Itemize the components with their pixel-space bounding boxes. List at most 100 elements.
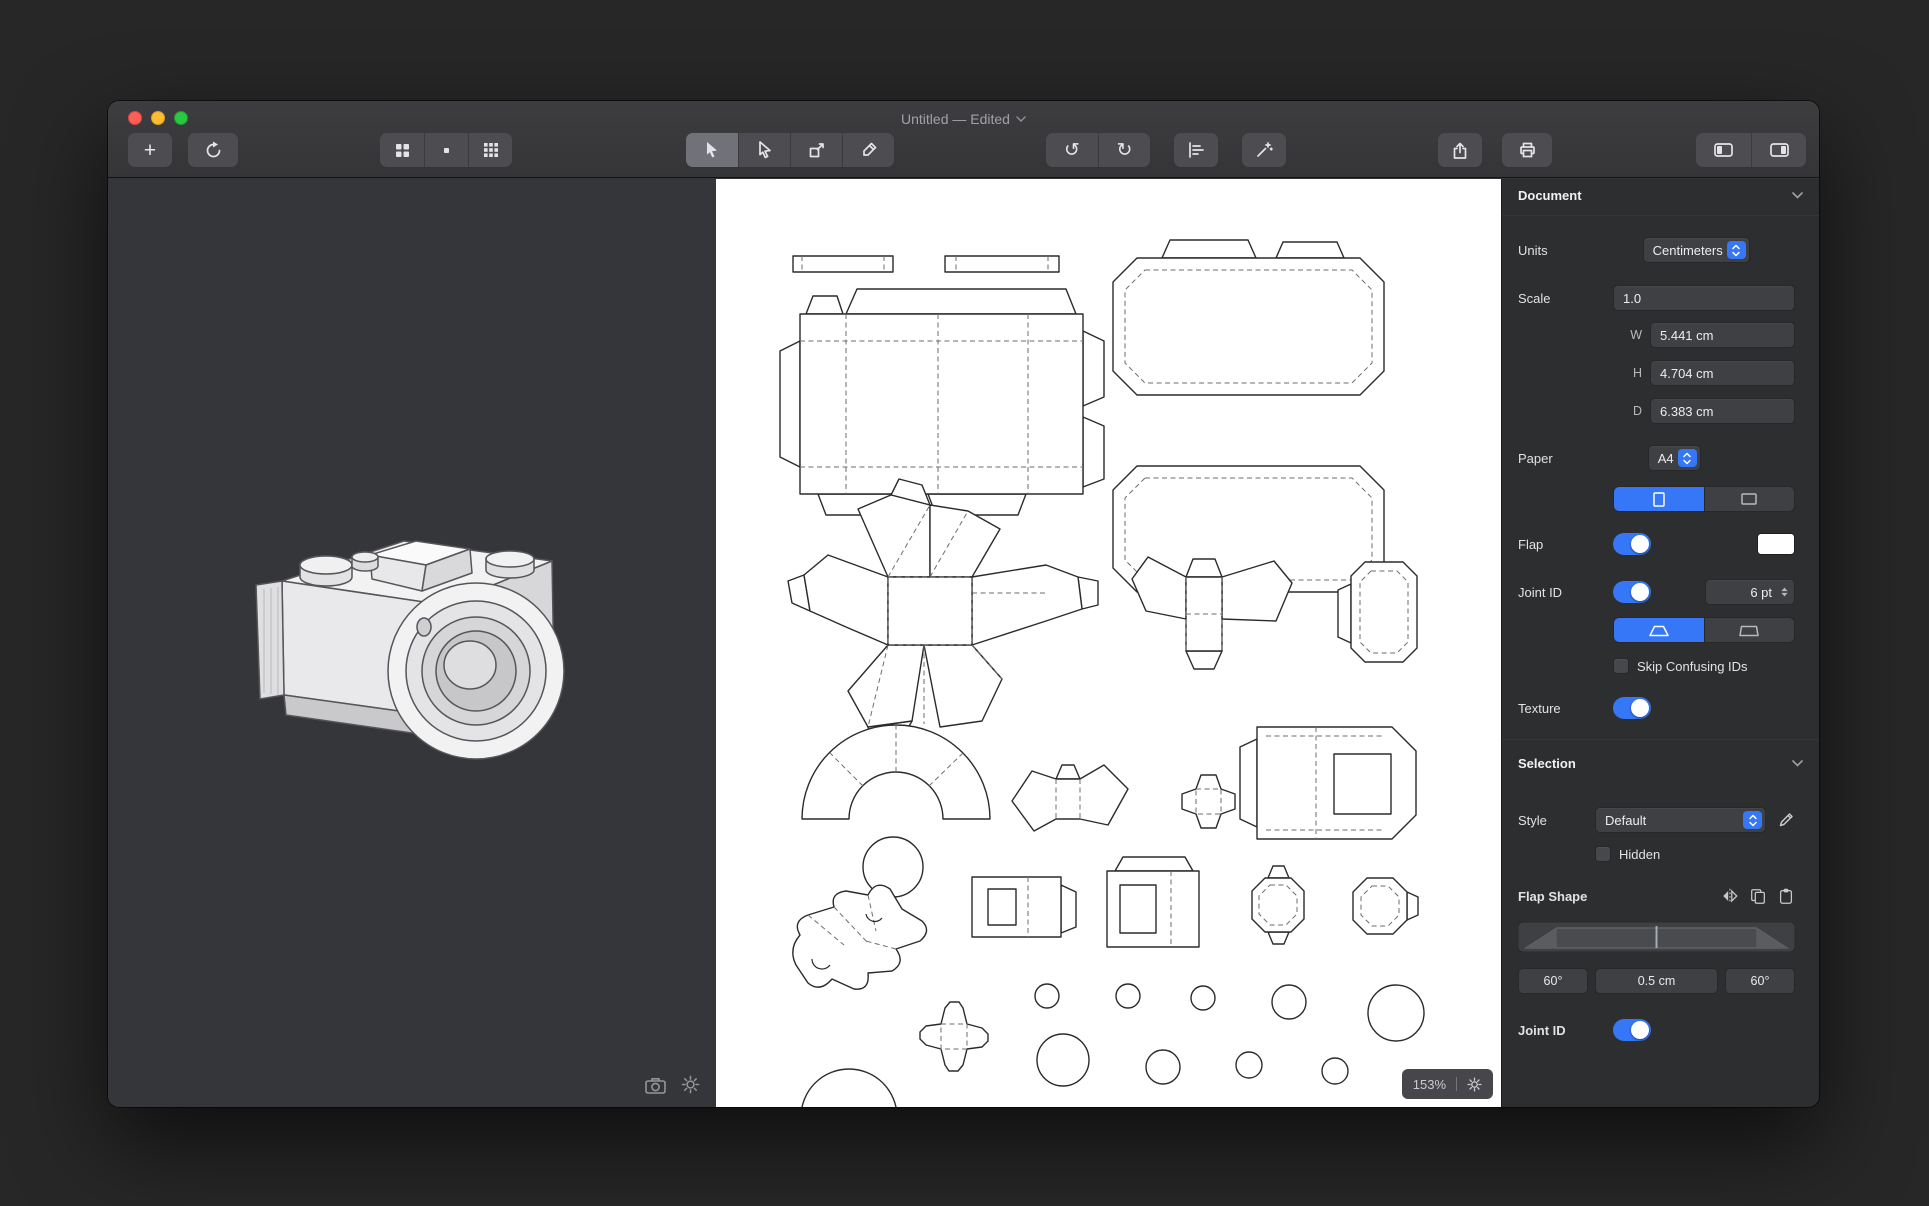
zoom-level: 153%: [1413, 1077, 1446, 1092]
hidden-label: Hidden: [1619, 847, 1660, 862]
share-icon: [1451, 141, 1469, 160]
rotate-right-icon: ↻: [1117, 141, 1133, 160]
width-row: W: [1518, 322, 1795, 348]
chevron-down-icon: [1016, 116, 1026, 122]
rotate-left-icon: ↺: [1064, 141, 1080, 160]
landscape-page-icon: [1741, 493, 1757, 505]
flap-trapezoid-icon: [1648, 623, 1670, 638]
camera-snapshot-icon[interactable]: [645, 1076, 666, 1094]
gear-icon[interactable]: [1467, 1077, 1482, 1092]
direct-select-tool-button[interactable]: [738, 133, 790, 167]
cursor-outline-icon: [756, 141, 774, 159]
flap-shape-row: Flap Shape: [1518, 883, 1795, 909]
dropdown-stepper-icon: [1678, 449, 1697, 467]
scale-label: Scale: [1518, 291, 1551, 306]
flap-label: Flap: [1518, 537, 1543, 552]
width-label: W: [1606, 328, 1642, 342]
flap-width-field[interactable]: 0.5 cm: [1595, 968, 1718, 994]
style-dropdown[interactable]: Default: [1595, 807, 1766, 833]
transform-tool-button[interactable]: [790, 133, 842, 167]
add-object-button[interactable]: +: [128, 133, 172, 167]
rotate-right-button[interactable]: ↻: [1098, 133, 1150, 167]
stepper-arrows-icon: [1780, 586, 1789, 598]
orientation-row: [1518, 486, 1795, 512]
layout-canvas[interactable]: 153%: [716, 179, 1501, 1107]
flap-shape-editor[interactable]: [1518, 922, 1795, 952]
units-dropdown[interactable]: Centimeters: [1643, 237, 1750, 263]
flap-right-angle-field[interactable]: 60°: [1725, 968, 1795, 994]
select-tool-button[interactable]: [686, 133, 738, 167]
flap-right-angle-value: 60°: [1751, 974, 1770, 988]
joint-id-row: Joint ID 6 pt: [1518, 579, 1795, 605]
viewport-corner-controls: [645, 1075, 700, 1094]
paste-icon[interactable]: [1777, 887, 1795, 905]
rotate-left-button[interactable]: ↺: [1046, 133, 1098, 167]
flap-style-trapezoid-option[interactable]: [1614, 618, 1704, 642]
units-value: Centimeters: [1653, 243, 1723, 258]
selection-joint-id-toggle[interactable]: [1613, 1019, 1651, 1041]
joint-id-size-stepper[interactable]: 6 pt: [1705, 579, 1795, 605]
style-row: Style Default: [1518, 807, 1795, 833]
skip-confusing-ids-checkbox[interactable]: [1613, 658, 1629, 674]
orientation-segmented-control: [1613, 486, 1795, 512]
flip-horizontal-icon[interactable]: [1721, 887, 1739, 905]
window-title[interactable]: Untitled — Edited: [108, 109, 1819, 129]
add-icon: +: [144, 140, 156, 161]
flap-shape-tools: [1721, 887, 1795, 905]
cursor-icon: [703, 141, 721, 159]
gear-icon[interactable]: [681, 1075, 700, 1094]
scale-input[interactable]: [1613, 285, 1795, 311]
skip-confusing-ids-row: Skip Confusing IDs: [1518, 653, 1795, 679]
toggle-right-panel-button[interactable]: [1751, 133, 1806, 167]
width-input[interactable]: [1650, 322, 1795, 348]
grid-3x3-icon: [484, 143, 498, 157]
flap-color-swatch[interactable]: [1757, 533, 1795, 555]
flap-toggle[interactable]: [1613, 533, 1651, 555]
height-input[interactable]: [1650, 360, 1795, 386]
printer-icon: [1518, 141, 1537, 159]
document-section-header[interactable]: Document: [1518, 182, 1803, 208]
toggle-left-panel-button[interactable]: [1696, 133, 1751, 167]
flap-width-value: 0.5 cm: [1638, 974, 1676, 988]
flap-row: Flap: [1518, 531, 1795, 557]
copy-icon[interactable]: [1749, 887, 1767, 905]
inspector-sidebar: Document Units Centimeters Scale: [1501, 179, 1819, 1107]
camera-3d-model[interactable]: [218, 465, 618, 805]
align-left-icon: [1187, 141, 1205, 159]
paper-label: Paper: [1518, 451, 1553, 466]
flap-left-angle-field[interactable]: 60°: [1518, 968, 1588, 994]
print-button[interactable]: [1502, 133, 1552, 167]
selection-section-header[interactable]: Selection: [1518, 750, 1803, 776]
edit-style-pencil-icon[interactable]: [1777, 811, 1795, 829]
grid-2x2-icon: [395, 143, 410, 158]
hidden-checkbox[interactable]: [1595, 846, 1611, 862]
panel-left-icon: [1714, 143, 1733, 157]
selection-joint-id-label: Joint ID: [1518, 1023, 1566, 1038]
landscape-option[interactable]: [1704, 487, 1795, 511]
window-title-text: Untitled — Edited: [901, 111, 1010, 127]
style-value: Default: [1605, 813, 1646, 828]
zoom-indicator[interactable]: 153%: [1402, 1069, 1493, 1099]
view-single-button[interactable]: [424, 133, 468, 167]
depth-input[interactable]: [1650, 398, 1795, 424]
view-grid-button[interactable]: [380, 133, 424, 167]
eraser-tool-button[interactable]: [842, 133, 894, 167]
skip-confusing-ids-label: Skip Confusing IDs: [1637, 659, 1748, 674]
portrait-option[interactable]: [1614, 487, 1704, 511]
share-button[interactable]: [1438, 133, 1482, 167]
titlebar[interactable]: Untitled — Edited +: [108, 101, 1819, 178]
model-viewport[interactable]: [108, 179, 716, 1107]
align-button[interactable]: [1174, 133, 1218, 167]
joint-id-toggle[interactable]: [1613, 581, 1651, 603]
joint-id-label: Joint ID: [1518, 585, 1562, 600]
texture-toggle[interactable]: [1613, 697, 1651, 719]
view-dense-grid-button[interactable]: [468, 133, 512, 167]
magic-layout-button[interactable]: [1242, 133, 1286, 167]
paper-dropdown[interactable]: A4: [1648, 445, 1701, 471]
sync-button[interactable]: [188, 133, 238, 167]
dropdown-stepper-icon: [1727, 241, 1746, 259]
single-square-icon: [439, 143, 454, 158]
tools-group: [686, 133, 894, 167]
flap-style-square-option[interactable]: [1704, 618, 1795, 642]
unfold-pattern[interactable]: [716, 179, 1501, 1107]
